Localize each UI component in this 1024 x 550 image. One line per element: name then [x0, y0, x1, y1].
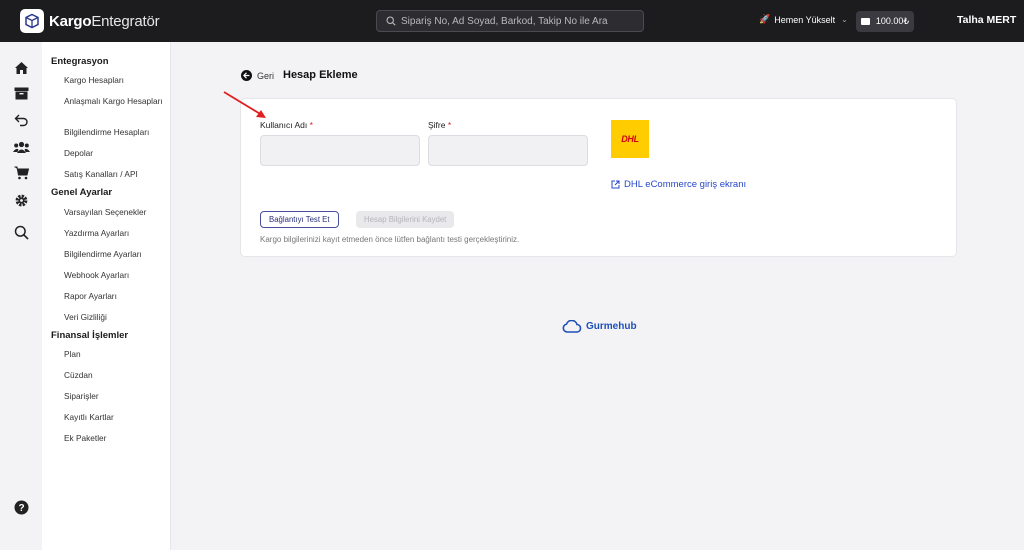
- cart-icon[interactable]: [12, 164, 30, 182]
- password-label: Şifre *: [428, 120, 452, 130]
- gear-icon[interactable]: [12, 191, 30, 209]
- menu-item-print-settings[interactable]: Yazdırma Ayarları: [64, 228, 164, 239]
- section-title-integration: Entegrasyon: [51, 56, 109, 67]
- upgrade-button[interactable]: 🚀 Hemen Yükselt ⌄: [759, 14, 848, 25]
- menu-item-saved-cards[interactable]: Kayıtlı Kartlar: [64, 412, 164, 423]
- back-label: Geri: [257, 70, 275, 81]
- page-title: Hesap Ekleme: [283, 69, 358, 81]
- search-icon[interactable]: [12, 223, 30, 241]
- global-search[interactable]: [376, 10, 644, 32]
- app-title: KargoEntegratör: [49, 12, 160, 30]
- menu-item-notification-accounts[interactable]: Bilgilendirme Hesapları: [64, 127, 164, 138]
- icon-rail: ?: [0, 42, 42, 550]
- rocket-icon: 🚀: [759, 14, 771, 24]
- user-name[interactable]: Talha MERT: [957, 14, 1016, 26]
- dhl-logo: DHL: [611, 120, 649, 158]
- external-link-icon: [611, 180, 620, 189]
- save-account-button[interactable]: Hesap Bilgilerini Kaydet: [356, 211, 455, 228]
- box-icon: [20, 9, 44, 33]
- test-connection-button[interactable]: Bağlantıyı Test Et: [260, 211, 339, 228]
- menu-item-sales-channels[interactable]: Satış Kanalları / API: [64, 169, 164, 180]
- section-title-general: Genel Ayarlar: [51, 187, 113, 198]
- top-bar: KargoEntegratör 🚀 Hemen Yükselt ⌄ 100.00…: [0, 0, 1024, 42]
- balance-badge[interactable]: 100.00₺: [856, 11, 914, 32]
- balance-value: 100.00₺: [875, 16, 910, 26]
- menu-item-cargo-accounts[interactable]: Kargo Hesapları: [64, 75, 164, 86]
- gurmehub-label: Gurmehub: [586, 321, 637, 332]
- section-title-financial: Finansal İşlemler: [51, 330, 129, 341]
- search-input[interactable]: [401, 15, 631, 27]
- upgrade-label: Hemen Yükselt: [774, 14, 836, 25]
- users-icon[interactable]: [12, 138, 30, 156]
- chevron-down-icon: ⌄: [841, 15, 848, 24]
- svg-text:?: ?: [18, 503, 24, 514]
- password-field[interactable]: [428, 135, 588, 166]
- menu-item-contract-accounts[interactable]: Anlaşmalı Kargo Hesapları: [64, 96, 164, 107]
- menu-item-wallet[interactable]: Cüzdan: [64, 370, 164, 381]
- dhl-link-label: DHL eCommerce giriş ekranı: [624, 179, 747, 190]
- menu-item-extra-packages[interactable]: Ek Paketler: [64, 433, 164, 444]
- home-icon[interactable]: [12, 59, 30, 77]
- menu-item-plan[interactable]: Plan: [64, 349, 164, 360]
- return-icon[interactable]: [12, 111, 30, 129]
- menu-item-data-privacy[interactable]: Veri Gizliliği: [64, 312, 164, 323]
- dhl-login-link[interactable]: DHL eCommerce giriş ekranı: [611, 179, 746, 190]
- connection-hint: Kargo bilgilerinizi kayıt etmeden önce l…: [260, 235, 520, 244]
- gurmehub-footer[interactable]: Gurmehub: [562, 320, 637, 333]
- menu-item-orders[interactable]: Siparişler: [64, 391, 164, 402]
- menu-item-report-settings[interactable]: Rapor Ayarları: [64, 291, 164, 302]
- search-icon: [386, 16, 396, 26]
- archive-icon[interactable]: [12, 84, 30, 102]
- annotation-arrow-icon: [223, 91, 266, 118]
- back-button[interactable]: Geri: [241, 70, 274, 81]
- username-field[interactable]: [260, 135, 420, 166]
- menu-item-warehouses[interactable]: Depolar: [64, 148, 164, 159]
- menu-item-default-options[interactable]: Varsayılan Seçenekler: [64, 207, 164, 218]
- help-icon[interactable]: ?: [12, 498, 30, 516]
- app-logo[interactable]: KargoEntegratör: [20, 9, 160, 33]
- account-form-card: Kullanıcı Adı * Şifre * DHL DHL eCommerc…: [240, 98, 957, 257]
- cloud-icon: [562, 320, 582, 333]
- settings-sidebar: Entegrasyon Kargo Hesapları Anlaşmalı Ka…: [42, 42, 171, 550]
- wallet-icon: [860, 18, 870, 25]
- menu-item-webhook-settings[interactable]: Webhook Ayarları: [64, 270, 164, 281]
- arrow-left-icon: [241, 70, 252, 81]
- menu-item-notification-settings[interactable]: Bilgilendirme Ayarları: [64, 249, 164, 260]
